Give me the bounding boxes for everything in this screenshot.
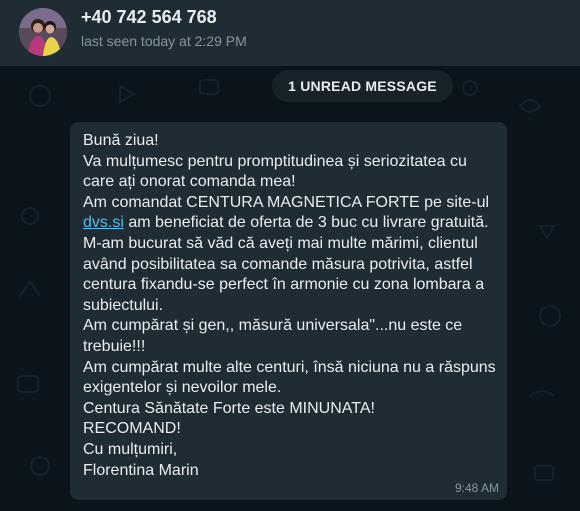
profile-photo-icon — [19, 8, 67, 56]
incoming-message-bubble[interactable]: Bună ziua! Va mulțumesc pentru promptitu… — [70, 122, 507, 500]
message-line: subiectului. — [83, 296, 164, 314]
site-link[interactable]: dvs.si — [83, 214, 124, 231]
message-line: Centura Sănătate Forte este MINUNATA! — [83, 399, 375, 417]
message-line: centura fixandu-se perfect în armonie cu… — [83, 276, 485, 294]
unread-messages-divider: 1 UNREAD MESSAGE — [272, 70, 453, 102]
message-line: Florentina Marin — [83, 461, 199, 479]
message-text: Bună ziua! Va mulțumesc pentru promptitu… — [83, 131, 503, 481]
chat-header[interactable]: +40 742 564 768 last seen today at 2:29 … — [0, 0, 580, 66]
contact-avatar[interactable] — [19, 8, 67, 56]
message-line: având posibilitatea sa comande măsura po… — [83, 255, 473, 273]
last-seen-status: last seen today at 2:29 PM — [81, 33, 247, 49]
message-line: Cu mulțumiri, — [83, 440, 178, 458]
message-line: RECOMAND! — [83, 420, 181, 438]
message-line-with-link: dvs.si am beneficiat de oferta de 3 buc … — [83, 213, 503, 234]
message-line: trebuie!!! — [83, 337, 146, 355]
message-line: Bună ziua! — [83, 132, 159, 149]
message-line: exigentelor și nevoilor mele. — [83, 379, 282, 397]
message-timestamp: 9:48 AM — [454, 481, 499, 495]
chat-area[interactable]: 1 UNREAD MESSAGE Bună ziua! Va mulțumesc… — [0, 66, 580, 511]
contact-name[interactable]: +40 742 564 768 — [81, 7, 217, 28]
message-line: Va mulțumesc pentru promptitudinea și se… — [83, 152, 467, 170]
message-line: Am comandat CENTURA MAGNETICA FORTE pe s… — [83, 193, 490, 211]
message-line: Am cumpărat multe alte centuri, însă nic… — [83, 358, 496, 376]
message-line: M-am bucurat să văd că aveți mai multe m… — [83, 234, 478, 252]
message-line: care ați onorat comanda mea! — [83, 173, 296, 191]
message-line: am beneficiat de oferta de 3 buc cu livr… — [128, 214, 489, 232]
message-line: Am cumpărat și gen,, măsură universala".… — [83, 317, 463, 335]
